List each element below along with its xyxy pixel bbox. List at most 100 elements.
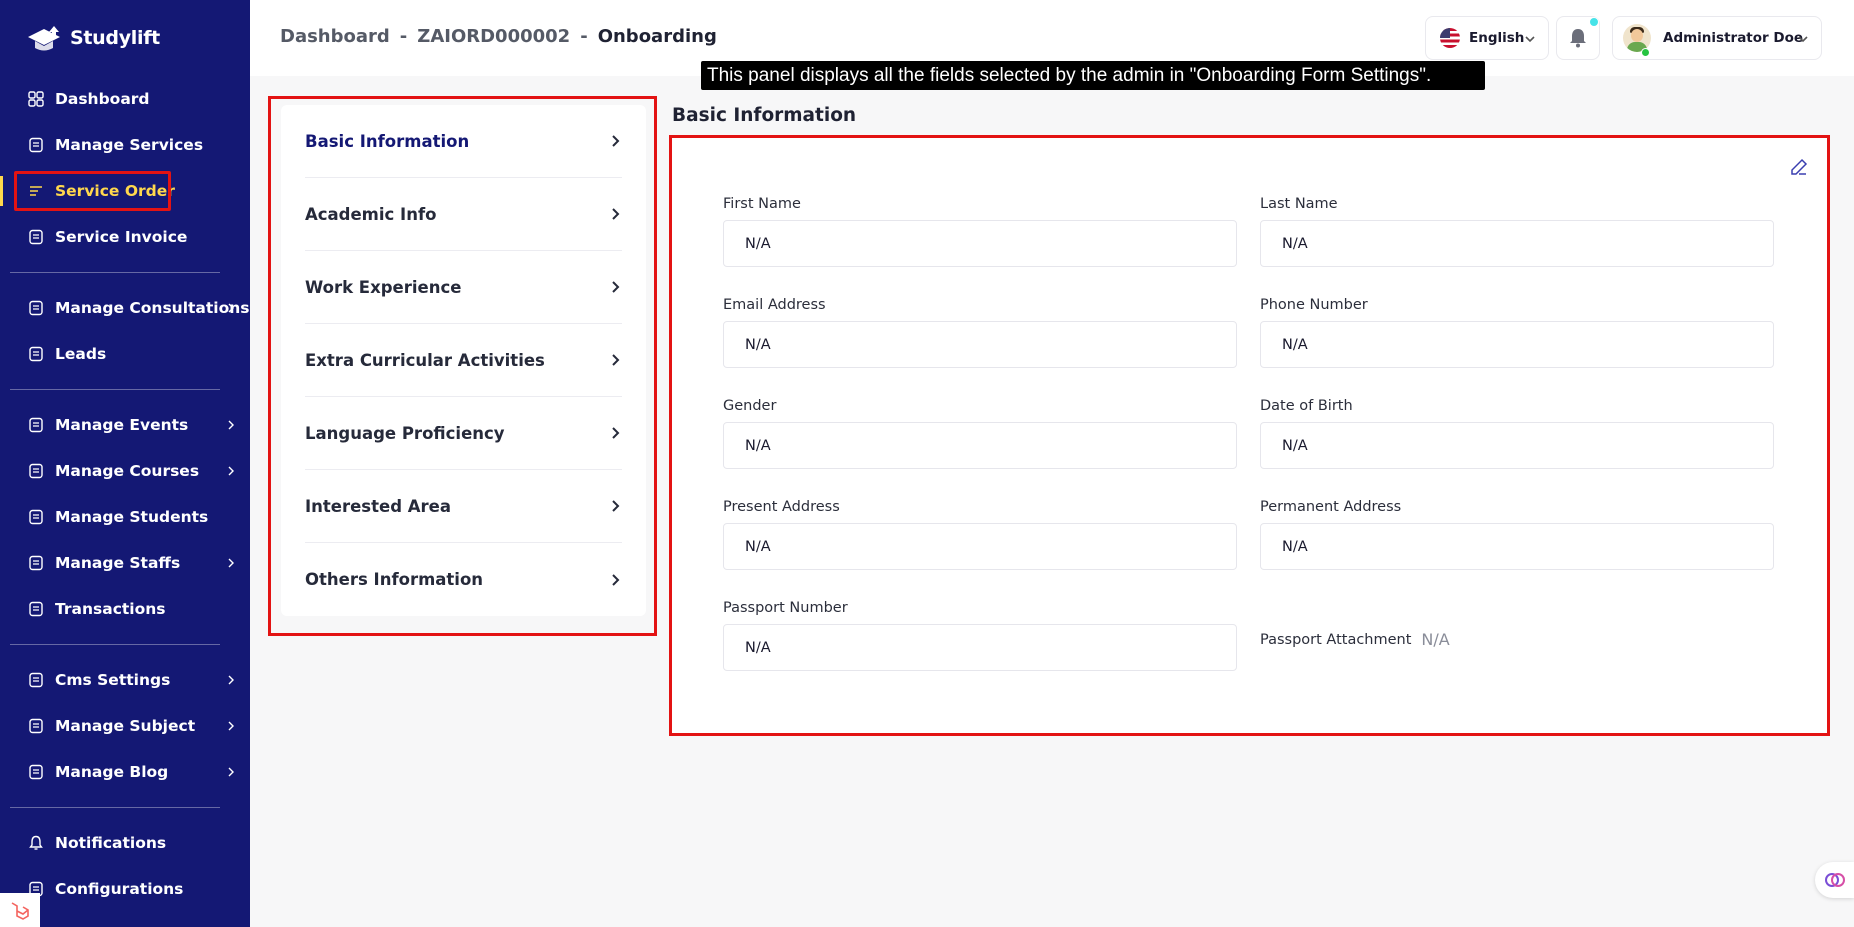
phone-number-value: N/A	[1260, 321, 1774, 368]
sidebar-item-transactions[interactable]: Transactions	[0, 586, 250, 632]
tab-work-experience[interactable]: Work Experience	[305, 251, 622, 324]
sidebar-item-label: Transactions	[55, 600, 166, 618]
bell-icon	[1570, 29, 1586, 48]
sidebar-item-dashboard[interactable]: Dashboard	[0, 76, 250, 122]
section-title: Basic Information	[672, 105, 857, 126]
sidebar-item-label: Leads	[55, 345, 107, 363]
tooltip: This panel displays all the fields selec…	[701, 61, 1485, 90]
leads-icon	[28, 346, 44, 362]
breadcrumb-dashboard[interactable]: Dashboard	[280, 26, 390, 47]
dashboard-icon	[28, 91, 44, 107]
invoice-icon	[28, 229, 44, 245]
chevron-right-icon	[612, 281, 620, 293]
book-icon	[28, 718, 44, 734]
transactions-icon	[28, 601, 44, 617]
sidebar-item-leads[interactable]: Leads	[0, 331, 250, 377]
phone-number-label: Phone Number	[1260, 297, 1368, 313]
sidebar-item-label: Manage Subject	[55, 717, 196, 735]
permanent-address-field: Permanent Address N/A	[1260, 499, 1774, 570]
sidebar-item-label: Manage Services	[55, 136, 204, 154]
floating-widget-button[interactable]	[1815, 862, 1854, 898]
tab-label: Interested Area	[305, 496, 451, 516]
staffs-icon	[28, 555, 44, 571]
tab-academic-info[interactable]: Academic Info	[305, 178, 622, 251]
language-selector[interactable]: English	[1425, 16, 1549, 60]
sidebar: Studylift Dashboard Manage Services Servic…	[0, 0, 250, 927]
chevron-right-icon	[612, 208, 620, 220]
sidebar-item-service-order[interactable]: Service Order	[0, 168, 250, 214]
chevron-right-icon	[228, 303, 234, 313]
chevron-right-icon	[612, 354, 620, 366]
bell-icon	[28, 835, 44, 851]
email-address-field: Email Address N/A	[723, 297, 1237, 368]
edit-icon[interactable]	[1790, 158, 1808, 176]
sidebar-item-label: Manage Consultations	[55, 299, 250, 317]
chevron-right-icon	[612, 573, 620, 586]
order-icon	[28, 183, 44, 199]
onboarding-tabs: Basic Information Academic Info Work Exper…	[281, 105, 646, 616]
permanent-address-label: Permanent Address	[1260, 499, 1402, 515]
tab-language-proficiency[interactable]: Language Proficiency	[305, 397, 622, 470]
language-label: English	[1469, 30, 1525, 46]
user-menu[interactable]: Administrator Doe	[1612, 16, 1822, 60]
sidebar-item-label: Service Order	[55, 182, 175, 200]
sidebar-item-manage-courses[interactable]: Manage Courses	[0, 448, 250, 494]
sidebar-item-service-invoice[interactable]: Service Invoice	[0, 214, 250, 260]
sidebar-item-label: Manage Staffs	[55, 554, 181, 572]
tab-label: Academic Info	[305, 204, 437, 224]
sidebar-divider	[10, 807, 220, 808]
sidebar-item-cms-settings[interactable]: Cms Settings	[0, 657, 250, 703]
tab-label: Others Information	[305, 570, 484, 589]
sidebar-item-manage-subject[interactable]: Manage Subject	[0, 703, 250, 749]
notifications-button[interactable]	[1556, 16, 1600, 60]
sidebar-divider	[10, 389, 220, 390]
tab-basic-information[interactable]: Basic Information	[305, 105, 622, 178]
sidebar-item-manage-consultations[interactable]: Manage Consultations	[0, 285, 250, 331]
sidebar-item-manage-events[interactable]: Manage Events	[0, 402, 250, 448]
chevron-right-icon	[228, 721, 234, 731]
first-name-field: First Name N/A	[723, 196, 1237, 267]
sidebar-item-manage-students[interactable]: Manage Students	[0, 494, 250, 540]
sidebar-item-label: Dashboard	[55, 90, 150, 108]
graduation-cap-icon	[28, 26, 60, 51]
passport-attachment-value[interactable]: N/A	[1421, 630, 1449, 649]
sidebar-item-label: Manage Events	[55, 416, 189, 434]
courses-icon	[28, 463, 44, 479]
last-name-label: Last Name	[1260, 196, 1338, 212]
gender-value: N/A	[723, 422, 1237, 469]
present-address-label: Present Address	[723, 499, 840, 515]
tab-others-information[interactable]: Others Information	[305, 543, 622, 616]
sidebar-divider	[10, 272, 220, 273]
sidebar-item-manage-staffs[interactable]: Manage Staffs	[0, 540, 250, 586]
chevron-right-icon	[228, 420, 234, 430]
services-icon	[28, 137, 44, 153]
chevron-right-icon	[612, 427, 620, 439]
blog-icon	[28, 764, 44, 780]
sidebar-item-label: Notifications	[55, 834, 167, 852]
sidebar-item-manage-services[interactable]: Manage Services	[0, 122, 250, 168]
sidebar-item-notifications[interactable]: Notifications	[0, 820, 250, 866]
tab-label: Language Proficiency	[305, 423, 505, 443]
brand-logo[interactable]: Studylift	[0, 0, 250, 76]
chevron-right-icon	[228, 675, 234, 685]
tab-extra-curricular-activities[interactable]: Extra Curricular Activities	[305, 324, 622, 397]
brain-icon	[1824, 873, 1845, 887]
tab-label: Work Experience	[305, 277, 462, 297]
debugbar-toggle[interactable]	[0, 893, 40, 927]
user-name: Administrator Doe	[1663, 30, 1804, 46]
last-name-field: Last Name N/A	[1260, 196, 1774, 267]
present-address-value: N/A	[723, 523, 1237, 570]
sidebar-divider	[10, 644, 220, 645]
date-of-birth-field: Date of Birth N/A	[1260, 398, 1774, 469]
calendar-icon	[28, 417, 44, 433]
tab-interested-area[interactable]: Interested Area	[305, 470, 622, 543]
notification-badge	[1589, 17, 1599, 27]
passport-number-field: Passport Number N/A	[723, 600, 1237, 671]
chevron-down-icon	[1798, 36, 1808, 43]
breadcrumb: Dashboard - ZAIORD000002 - Onboarding	[280, 26, 717, 47]
date-of-birth-label: Date of Birth	[1260, 398, 1353, 414]
sidebar-item-manage-blog[interactable]: Manage Blog	[0, 749, 250, 795]
gender-field: Gender N/A	[723, 398, 1237, 469]
sidebar-item-label: Cms Settings	[55, 671, 171, 689]
breadcrumb-order-id[interactable]: ZAIORD000002	[417, 26, 570, 47]
